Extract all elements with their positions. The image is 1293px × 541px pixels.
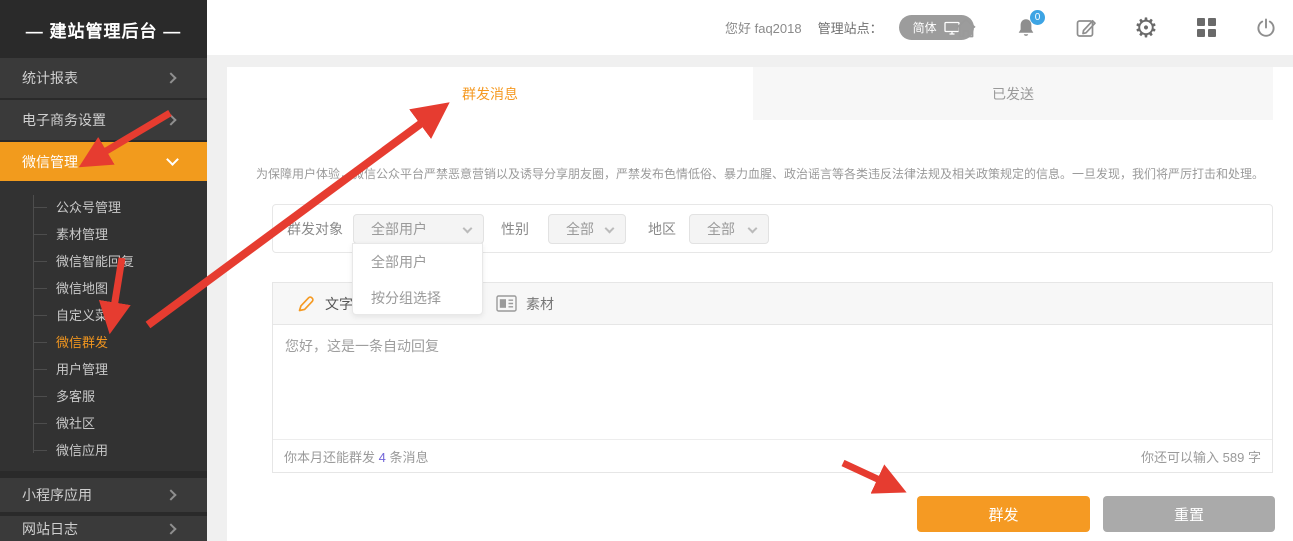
region-label: 地区 [648, 205, 676, 252]
chevron-right-icon [165, 489, 176, 500]
quota-count: 4 [379, 450, 386, 465]
region-select-value: 全部 [707, 219, 735, 239]
sidebar-item-label: 统计报表 [22, 68, 78, 88]
submenu-item-smart-reply[interactable]: 微信智能回复 [0, 247, 207, 274]
language-label: 简体 [913, 19, 937, 36]
submenu-item-mass-send[interactable]: 微信群发 [0, 328, 207, 355]
sidebar: — 建站管理后台 — 统计报表 电子商务设置 微信管理 公众号管理 素材管理 微… [0, 0, 207, 541]
chevron-down-icon [748, 224, 758, 234]
submenu-item-custom-menu[interactable]: 自定义菜单 [0, 301, 207, 328]
tab-sent[interactable]: 已发送 [753, 67, 1273, 120]
editor-status-bar: 你本月还能群发 4 条消息 你还可以输入 589 字 [273, 439, 1272, 472]
app-title: — 建站管理后台 — [0, 0, 207, 58]
submenu-item-user-management[interactable]: 用户管理 [0, 355, 207, 382]
submenu-item-wechat-map[interactable]: 微信地图 [0, 274, 207, 301]
sidebar-item-ecommerce[interactable]: 电子商务设置 [0, 100, 207, 142]
settings-gear-icon[interactable]: ⚙ [1133, 15, 1159, 41]
sidebar-item-label: 小程序应用 [22, 485, 92, 505]
target-label: 群发对象 [287, 205, 343, 252]
message-textarea[interactable]: 您好，这是一条自动回复 [273, 325, 1272, 441]
target-select[interactable]: 全部用户 [353, 214, 484, 244]
submenu-item-micro-community[interactable]: 微社区 [0, 409, 207, 436]
tab-label: 群发消息 [462, 84, 518, 104]
top-header: 您好 faq2018 管理站点： 简体 [207, 0, 1293, 55]
submenu-item-material[interactable]: 素材管理 [0, 220, 207, 247]
dropdown-option-all-users[interactable]: 全部用户 [353, 244, 482, 280]
sidebar-item-wechat[interactable]: 微信管理 [0, 142, 207, 181]
chevron-down-icon [166, 153, 179, 166]
notifications-bell-icon[interactable]: 0 [1013, 15, 1039, 41]
editor-tab-material[interactable]: 素材 [496, 283, 554, 324]
material-icon [496, 295, 517, 312]
sidebar-item-label: 网站日志 [22, 519, 78, 539]
target-select-value: 全部用户 [371, 219, 427, 239]
pencil-icon [296, 294, 316, 314]
chevron-right-icon [165, 72, 176, 83]
region-select[interactable]: 全部 [689, 214, 769, 244]
submenu-item-official-account[interactable]: 公众号管理 [0, 193, 207, 220]
apps-grid-icon[interactable] [1193, 15, 1219, 41]
editor-tab-label: 文字 [325, 294, 353, 314]
chevron-down-icon [463, 224, 473, 234]
submenu-item-multi-service[interactable]: 多客服 [0, 382, 207, 409]
chevron-right-icon [165, 523, 176, 534]
chevron-right-icon [165, 114, 176, 125]
wechat-submenu: 公众号管理 素材管理 微信智能回复 微信地图 自定义菜单 微信群发 用户管理 多… [0, 181, 207, 471]
sidebar-item-statistics[interactable]: 统计报表 [0, 58, 207, 100]
notification-badge: 0 [1030, 10, 1045, 25]
edit-compose-icon[interactable] [1073, 15, 1099, 41]
policy-notice: 为保障用户体验，微信公众平台严禁恶意营销以及诱导分享朋友圈，严禁发布色情低俗、暴… [247, 165, 1273, 182]
editor-tab-text[interactable]: 文字 [296, 283, 353, 324]
home-icon[interactable] [953, 15, 979, 41]
send-button[interactable]: 群发 [917, 496, 1090, 532]
remaining-chars-text: 你还可以输入 589 字 [1141, 447, 1261, 466]
submenu-item-wechat-app[interactable]: 微信应用 [0, 436, 207, 463]
tab-mass-message[interactable]: 群发消息 [227, 67, 753, 120]
sidebar-item-miniprogram[interactable]: 小程序应用 [0, 478, 207, 512]
site-label: 管理站点： [818, 18, 883, 37]
gender-select[interactable]: 全部 [548, 214, 626, 244]
admin-console: — 建站管理后台 — 统计报表 电子商务设置 微信管理 公众号管理 素材管理 微… [0, 0, 1293, 541]
gender-select-value: 全部 [566, 219, 594, 239]
sidebar-item-label: 电子商务设置 [22, 110, 106, 130]
user-greeting: 您好 faq2018 [725, 18, 802, 37]
editor-tab-label: 素材 [526, 294, 554, 314]
sidebar-item-label: 微信管理 [22, 152, 78, 172]
target-select-dropdown: 全部用户 按分组选择 [352, 243, 483, 315]
chevron-down-icon [605, 224, 615, 234]
dropdown-option-by-group[interactable]: 按分组选择 [353, 280, 482, 316]
reset-button[interactable]: 重置 [1103, 496, 1275, 532]
power-logout-icon[interactable] [1253, 15, 1279, 41]
gender-label: 性别 [501, 205, 529, 252]
tab-label: 已发送 [992, 84, 1034, 104]
monthly-quota-text: 你本月还能群发 4 条消息 [284, 447, 428, 466]
sidebar-item-site-log[interactable]: 网站日志 [0, 516, 207, 541]
